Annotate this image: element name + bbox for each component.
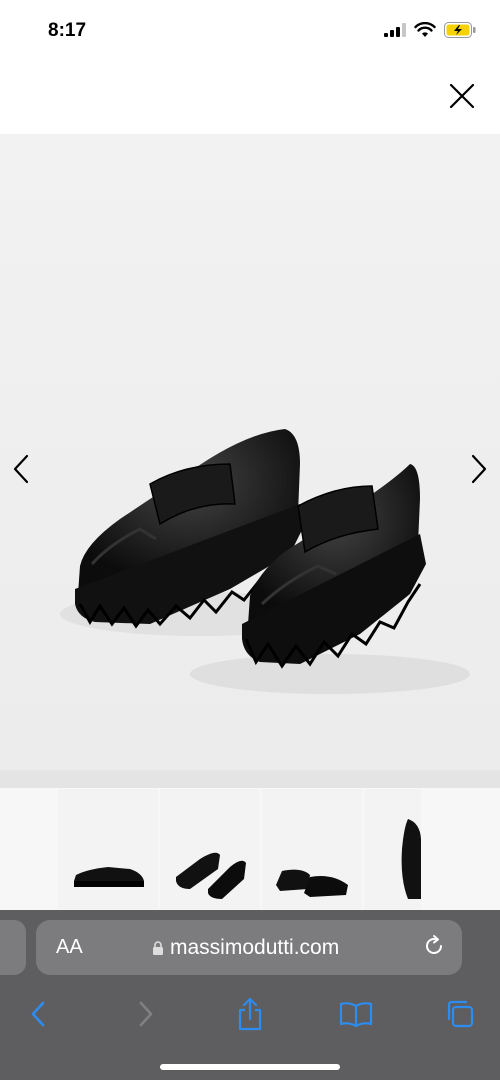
bookmarks-icon	[339, 1002, 373, 1027]
url-text: massimodutti.com	[170, 935, 340, 959]
close-icon	[449, 83, 475, 109]
wifi-icon	[414, 22, 436, 37]
status-icons	[384, 22, 476, 38]
loafer-pair-rear-image	[276, 869, 348, 897]
tabs-button[interactable]	[440, 994, 480, 1034]
status-time: 8:17	[48, 20, 87, 41]
thumbnail-3[interactable]	[262, 789, 362, 909]
chevron-right-icon	[471, 454, 487, 484]
battery-icon	[444, 22, 476, 38]
close-button[interactable]	[444, 78, 480, 114]
back-icon	[31, 1001, 45, 1027]
loafer-pair-front-image	[176, 852, 246, 899]
signal-icon	[384, 23, 406, 37]
back-button[interactable]	[18, 994, 58, 1034]
address-bar[interactable]: AA massimodutti.com	[36, 920, 462, 975]
tabs-icon	[447, 1000, 474, 1028]
thumbnail-1[interactable]	[58, 789, 158, 909]
status-bar: 8:17	[0, 0, 500, 64]
lock-icon	[153, 940, 163, 955]
thumbnail-2[interactable]	[160, 789, 260, 909]
thumbnail-4[interactable]	[364, 789, 421, 909]
chevron-left-icon	[13, 454, 29, 484]
text-size-button[interactable]: AA	[56, 936, 83, 959]
loafer-cropped-image	[401, 819, 421, 899]
reload-icon	[426, 935, 442, 954]
forward-button[interactable]	[126, 994, 166, 1034]
reload-button[interactable]	[422, 934, 446, 963]
forward-icon	[139, 1001, 153, 1027]
loafer-side-view-image	[74, 867, 144, 887]
gallery-next-button[interactable]	[464, 449, 494, 489]
previous-tab-pill[interactable]	[0, 920, 26, 975]
product-image-loafers	[60, 429, 470, 694]
thumbnail-divider	[0, 770, 500, 788]
url-display[interactable]: massimodutti.com	[152, 936, 339, 960]
share-button[interactable]	[230, 994, 270, 1034]
browser-toolbar	[0, 990, 500, 1046]
thumbnail-strip	[0, 770, 500, 910]
product-image-gallery[interactable]	[0, 134, 500, 770]
share-icon	[238, 997, 262, 1031]
product-header	[0, 64, 500, 134]
home-indicator	[160, 1064, 340, 1070]
browser-bottom-bar: AA massimodutti.com	[0, 910, 500, 1080]
bookmarks-button[interactable]	[336, 994, 376, 1034]
gallery-prev-button[interactable]	[6, 449, 36, 489]
